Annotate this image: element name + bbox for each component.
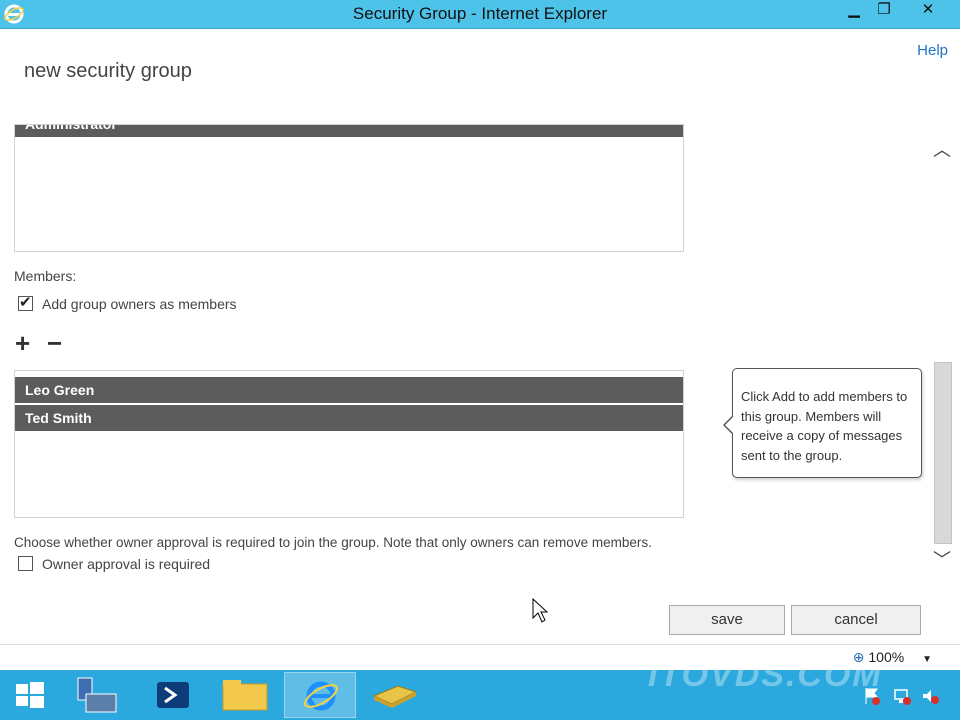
- network-icon[interactable]: [892, 686, 912, 706]
- checkmark-icon: ✔: [19, 294, 32, 311]
- start-icon: [16, 682, 44, 708]
- help-link[interactable]: Help: [917, 42, 948, 59]
- cancel-button[interactable]: cancel: [791, 605, 921, 635]
- server-manager-icon: [77, 677, 117, 713]
- watermark: ITOVDS.COM: [648, 656, 883, 694]
- file-explorer-icon: [222, 680, 268, 711]
- owner-name: Administrator: [25, 124, 117, 132]
- approval-description: Choose whether owner approval is require…: [14, 535, 652, 550]
- start-button[interactable]: [0, 672, 60, 718]
- add-owners-as-members-label: Add group owners as members: [42, 296, 237, 312]
- add-member-button[interactable]: +: [15, 330, 30, 356]
- taskbar-server-manager[interactable]: [62, 672, 134, 718]
- taskbar-powershell[interactable]: [137, 672, 209, 718]
- taskbar-exchange[interactable]: [358, 672, 430, 718]
- close-button[interactable]: ✕: [906, 0, 950, 24]
- members-label: Members:: [14, 268, 77, 284]
- tooltip-text: Click Add to add members to this group. …: [741, 389, 908, 463]
- window-title: Security Group - Internet Explorer: [352, 4, 608, 23]
- members-list[interactable]: Leo Green Ted Smith: [14, 370, 684, 518]
- taskbar-file-explorer[interactable]: [209, 672, 281, 718]
- save-button[interactable]: save: [669, 605, 785, 635]
- taskbar-internet-explorer[interactable]: [284, 672, 356, 718]
- mouse-cursor-icon: [532, 598, 548, 623]
- add-owners-as-members-checkbox[interactable]: ✔: [18, 294, 33, 311]
- scroll-down-icon[interactable]: ﹀: [933, 546, 951, 572]
- member-name: Ted Smith: [25, 410, 92, 426]
- powershell-icon: [157, 682, 189, 708]
- owner-approval-checkbox[interactable]: [18, 556, 33, 571]
- remove-member-button[interactable]: −: [47, 330, 62, 356]
- scroll-up-icon[interactable]: ︿: [933, 136, 951, 162]
- window-titlebar: Security Group - Internet Explorer ▁ ❐ ✕: [0, 0, 960, 29]
- taskbar: ITOVDS.COM: [0, 656, 960, 720]
- minimize-button[interactable]: ▁: [838, 0, 870, 24]
- member-name: Leo Green: [25, 382, 95, 398]
- internet-explorer-icon: [304, 681, 338, 711]
- member-row[interactable]: Ted Smith: [15, 405, 683, 431]
- page-title: new security group: [24, 60, 192, 82]
- zoom-dropdown-icon[interactable]: ▼: [922, 654, 932, 665]
- scrollbar-thumb[interactable]: [934, 362, 952, 544]
- members-help-tooltip: Click Add to add members to this group. …: [723, 368, 922, 478]
- action-center-flag-icon[interactable]: [862, 686, 882, 706]
- volume-muted-icon[interactable]: [920, 686, 940, 706]
- owners-list[interactable]: Administrator: [14, 124, 684, 252]
- owner-row[interactable]: Administrator: [15, 124, 683, 137]
- owner-approval-label: Owner approval is required: [42, 556, 211, 572]
- exchange-icon: [372, 685, 418, 708]
- restore-button[interactable]: ❐: [868, 0, 900, 24]
- member-row[interactable]: Leo Green: [15, 377, 683, 403]
